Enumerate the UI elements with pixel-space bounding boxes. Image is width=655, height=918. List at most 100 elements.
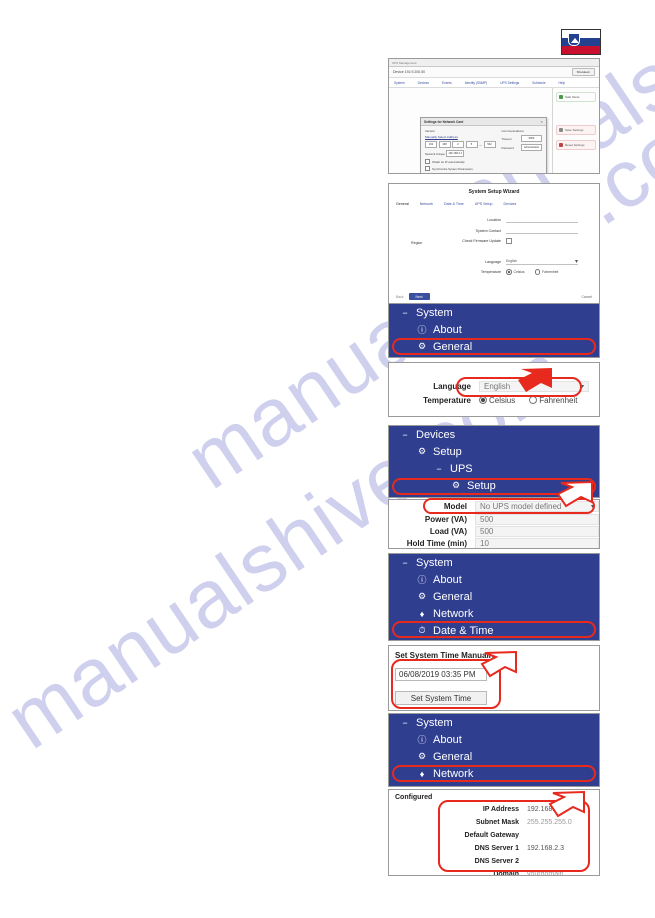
reset-icon — [559, 143, 563, 147]
menu-item-system[interactable]: System — [394, 81, 405, 85]
password-label: Password — [501, 145, 514, 150]
nav-network[interactable]: ♦ Network — [389, 765, 599, 782]
nav-label: UPS — [450, 462, 473, 475]
power-input[interactable]: 500 — [475, 513, 599, 525]
nav-about[interactable]: ⓘ About — [389, 731, 599, 748]
tab-date-time[interactable]: Date & Time — [444, 202, 464, 206]
menu-item-ups-settings[interactable]: UPS Settings — [500, 81, 519, 85]
radio-fahrenheit[interactable]: Fahrenheit — [529, 396, 577, 405]
ip-address-value[interactable]: 192.168.2.5 — [527, 806, 564, 813]
load-input[interactable]: 500 — [475, 525, 599, 537]
slovenia-flag-icon — [561, 29, 601, 55]
ip-octet-row[interactable]: 192 168 2 5 — 502 — [425, 141, 496, 148]
tab-ups-setup[interactable]: UPS Setup — [475, 202, 493, 206]
app-sidebar: Safe Mode Save Settings Reset Settings — [552, 88, 599, 173]
hold-time-label: Hold Time (min) — [406, 538, 467, 548]
manual-address-link[interactable]: Manually Select Address — [425, 135, 496, 139]
nav-ups-setup[interactable]: ⚙ Setup — [389, 477, 599, 494]
datetime-input[interactable]: 06/08/2019 03:35 PM — [395, 668, 487, 681]
wizard-language-value: English — [506, 259, 518, 263]
nav-general[interactable]: ⚙ General — [389, 748, 599, 765]
location-input[interactable] — [506, 216, 578, 223]
radio-label: Celsius — [513, 269, 525, 274]
nav-general[interactable]: ⚙ General — [389, 338, 599, 355]
close-icon[interactable]: ✕ — [540, 120, 543, 124]
wizard-back-button[interactable]: Back — [396, 295, 404, 299]
nav-about[interactable]: ⓘ About — [389, 321, 599, 338]
wizard-footer: Back Next Cancel — [389, 293, 599, 300]
nav-label: System — [416, 306, 453, 319]
subnet-mask-value[interactable]: 255.255.255.0 — [527, 819, 572, 826]
nav-label: General — [433, 340, 473, 353]
sidebar-item-reset-settings[interactable]: Reset Settings — [556, 140, 596, 150]
menu-item-identity[interactable]: Identity (SNMP) — [465, 81, 488, 85]
tab-network[interactable]: Network — [420, 202, 433, 206]
app-window-screenshot: UPS Management Device 192.9.200.50 Shutd… — [388, 58, 600, 174]
dialog-title: Settings for Network Card — [424, 119, 464, 124]
nav-system[interactable]: − System — [389, 304, 599, 321]
nav-devices[interactable]: − Devices — [389, 426, 599, 443]
ip-octet-4[interactable]: 5 — [465, 141, 478, 148]
shutdown-button[interactable]: Shutdown — [571, 68, 595, 76]
sidebar-item-save-settings[interactable]: Save Settings — [556, 125, 596, 135]
sidebar-item-label: Save Settings — [565, 128, 584, 132]
ip-octet-1[interactable]: 192 — [425, 141, 437, 148]
network-unique-row: Network Unique 192.168.2.1 — [425, 150, 496, 157]
minus-icon: − — [436, 463, 442, 474]
system-contact-input[interactable] — [506, 227, 578, 234]
nav-general[interactable]: ⚙ General — [389, 588, 599, 605]
info-icon: ⓘ — [417, 575, 427, 585]
wizard-next-button[interactable]: Next — [408, 293, 430, 300]
dns-server-1-value[interactable]: 192.168.2.3 — [527, 845, 564, 852]
nav-date-time[interactable]: ⏱ Date & Time — [389, 622, 599, 639]
language-select[interactable]: English ▾ — [479, 380, 589, 392]
nav-system[interactable]: − System — [389, 714, 599, 731]
model-select[interactable]: No UPS model defined ▾ — [475, 501, 599, 512]
checkbox-sync-params[interactable]: Synchronize System Parameters — [425, 166, 496, 171]
port-field[interactable]: 502 — [483, 141, 496, 148]
timeout-field[interactable]: 5000 — [521, 135, 542, 142]
set-system-time-button[interactable]: Set System Time — [395, 691, 487, 705]
gear-icon: ⚙ — [451, 480, 461, 490]
hold-time-input[interactable]: 10 — [475, 537, 599, 548]
wizard-language-select[interactable]: English ▾ — [506, 258, 578, 265]
nav-devices-setup[interactable]: ⚙ Setup — [389, 443, 599, 460]
nav-label: Network — [433, 607, 474, 620]
wizard-title: System Setup Wizard — [468, 189, 520, 195]
wizard-radio-celsius[interactable]: Celsius — [506, 269, 525, 275]
tab-devices[interactable]: Devices — [504, 202, 517, 206]
checkbox-obtain-ip[interactable]: Obtain an IP automatically — [425, 159, 496, 164]
tab-general[interactable]: General — [396, 202, 409, 206]
app-device-bar: Device 192.9.200.50 Shutdown — [389, 67, 599, 78]
dialog-right-column: Communications Timeout 5000 Password Adm… — [501, 129, 542, 171]
nav-system[interactable]: − System — [389, 554, 599, 571]
wizard-radio-fahrenheit[interactable]: Fahrenheit — [534, 269, 558, 275]
location-label: Location — [487, 217, 501, 222]
password-field[interactable]: Administrator — [521, 144, 542, 151]
clock-icon: ⏱ — [418, 625, 426, 635]
nav-label: Devices — [416, 428, 456, 441]
ip-octet-2[interactable]: 168 — [438, 141, 451, 148]
sidebar-item-safe-mode[interactable]: Safe Mode — [556, 92, 596, 102]
radio-celsius[interactable]: Celsius — [479, 396, 515, 405]
nav-about[interactable]: ⓘ About — [389, 571, 599, 588]
menu-item-help[interactable]: Help — [559, 81, 566, 85]
ip-octet-3[interactable]: 2 — [452, 141, 464, 148]
nav-label: Setup — [433, 445, 462, 458]
default-gateway-label: Default Gateway — [464, 832, 519, 839]
network-unique-value[interactable]: 192.168.2.1 — [446, 150, 465, 157]
form-general-settings: Language English ▾ Temperature Celsius F… — [388, 362, 600, 417]
nav-label: General — [433, 750, 473, 763]
radio-icon — [506, 269, 512, 275]
nav-label: Setup — [467, 479, 496, 492]
minus-icon: − — [402, 307, 408, 318]
wizard-cancel-button[interactable]: Cancel — [581, 295, 592, 299]
menu-item-devices[interactable]: Devices — [418, 81, 429, 85]
check-firmware-checkbox[interactable] — [506, 238, 512, 244]
menu-item-schedule[interactable]: Schedule — [532, 81, 545, 85]
domain-value[interactable]: yourdomain — [527, 871, 564, 875]
configured-heading: Configured — [395, 794, 433, 801]
nav-network[interactable]: ♦ Network — [389, 605, 599, 622]
menu-item-events[interactable]: Events — [442, 81, 452, 85]
nav-ups[interactable]: − UPS — [389, 460, 599, 477]
